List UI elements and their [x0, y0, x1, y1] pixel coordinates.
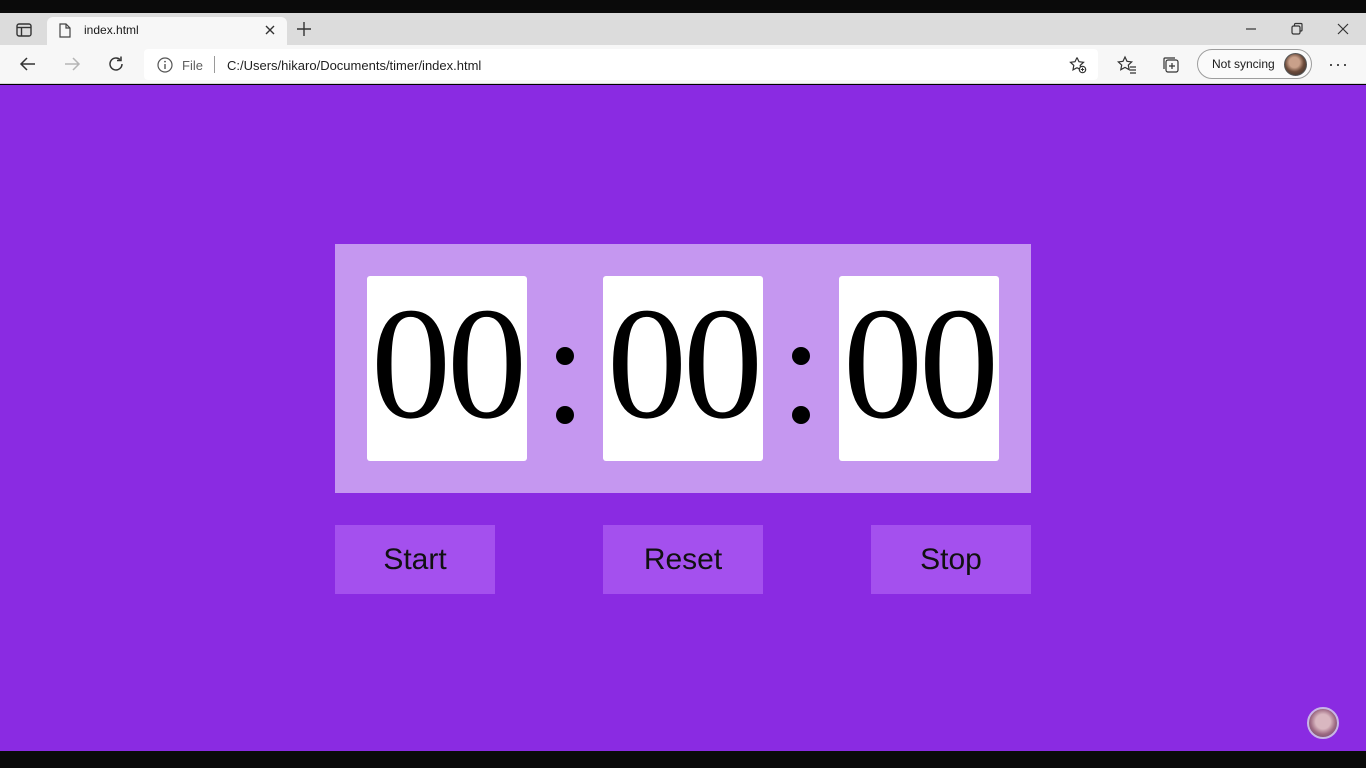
close-icon[interactable] — [263, 23, 277, 37]
tab-actions-icon[interactable] — [10, 21, 38, 39]
url-text[interactable]: C:/Users/hikaro/Documents/timer/index.ht… — [227, 58, 481, 73]
hours-box: 00 — [367, 276, 527, 461]
page-icon — [59, 23, 71, 43]
address-divider — [214, 56, 215, 73]
colon-separator — [555, 342, 575, 424]
favorites-icon[interactable] — [1116, 55, 1137, 75]
start-button[interactable]: Start — [335, 525, 495, 594]
browser-toolbar: File C:/Users/hikaro/Documents/timer/ind… — [0, 45, 1366, 84]
collections-icon[interactable] — [1161, 55, 1181, 75]
colon-separator — [791, 342, 811, 424]
minimize-icon[interactable] — [1243, 21, 1259, 37]
tab-title: index.html — [84, 23, 139, 37]
minutes-display: 00 — [607, 273, 763, 452]
page-content: 00 00 00 Start Reset Stop — [0, 85, 1366, 751]
browser-tab[interactable]: index.html — [47, 17, 287, 45]
window-close-icon[interactable] — [1335, 21, 1351, 37]
webcam-overlay-avatar — [1307, 707, 1339, 739]
stop-button[interactable]: Stop — [871, 525, 1031, 594]
seconds-box: 00 — [839, 276, 999, 461]
minutes-box: 00 — [603, 276, 763, 461]
address-bar[interactable]: File C:/Users/hikaro/Documents/timer/ind… — [144, 49, 1098, 80]
forward-icon[interactable] — [63, 55, 81, 73]
add-favorite-icon[interactable] — [1069, 56, 1087, 79]
tab-strip: index.html — [0, 13, 1366, 45]
seconds-display: 00 — [843, 273, 999, 452]
plus-icon[interactable] — [296, 21, 312, 37]
info-icon[interactable] — [157, 57, 173, 78]
screen-bottom-border — [0, 751, 1366, 768]
timer-panel: 00 00 00 — [335, 244, 1031, 493]
screen-top-border — [0, 0, 1366, 13]
scheme-label: File — [182, 58, 203, 73]
sync-status-label: Not syncing — [1212, 57, 1275, 71]
back-icon[interactable] — [19, 55, 37, 73]
profile-avatar — [1284, 53, 1307, 76]
more-icon[interactable]: ··· — [1328, 55, 1349, 73]
reset-button[interactable]: Reset — [603, 525, 763, 594]
refresh-icon[interactable] — [107, 55, 125, 73]
profile-sync-button[interactable]: Not syncing — [1197, 49, 1312, 79]
restore-icon[interactable] — [1289, 21, 1305, 37]
hours-display: 00 — [371, 273, 527, 452]
